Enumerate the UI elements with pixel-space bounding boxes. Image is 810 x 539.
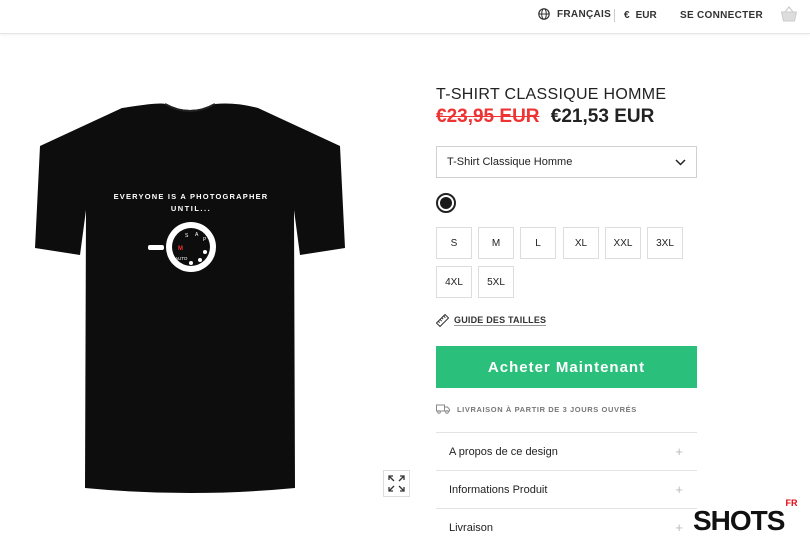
print-text-line2: UNTIL...: [171, 204, 211, 213]
zoom-button[interactable]: [383, 470, 410, 497]
new-price: €21,53 EUR: [550, 106, 655, 127]
size-button-s[interactable]: S: [436, 227, 472, 259]
watermark-logo: SHOTSFR: [693, 498, 797, 537]
size-button-3xl[interactable]: 3XL: [647, 227, 683, 259]
currency-code: EUR: [635, 10, 657, 21]
old-price: €23,95 EUR: [436, 106, 540, 127]
top-bar: FRANÇAIS € EUR SE CONNECTER: [0, 0, 810, 34]
size-guide-link[interactable]: GUIDE DES TAILLES: [436, 314, 547, 327]
info-accordion: A propos de ce design + Informations Pro…: [436, 432, 697, 539]
accordion-label: A propos de ce design: [449, 445, 558, 458]
product-title: T-SHIRT CLASSIQUE HOMME: [436, 86, 667, 103]
size-button-5xl[interactable]: 5XL: [478, 266, 514, 298]
currency-selector[interactable]: € EUR: [624, 10, 663, 21]
plus-icon: +: [675, 444, 683, 459]
accordion-about-design[interactable]: A propos de ce design +: [436, 432, 697, 470]
delivery-info: LIVRAISON À PARTIR DE 3 JOURS OUVRÉS: [436, 404, 637, 414]
dial-label-auto: AUTO: [175, 256, 188, 261]
truck-icon: [436, 404, 450, 414]
color-swatch-black[interactable]: [436, 193, 456, 213]
login-link[interactable]: SE CONNECTER: [680, 10, 763, 21]
accordion-product-info[interactable]: Informations Produit +: [436, 470, 697, 508]
basket-icon: [780, 6, 798, 22]
size-button-xl[interactable]: XL: [563, 227, 599, 259]
size-button-xxl[interactable]: XXL: [605, 227, 641, 259]
ruler-icon: [436, 314, 449, 327]
color-dot: [440, 197, 452, 209]
dial-label-m: M: [178, 246, 183, 252]
size-button-4xl[interactable]: 4XL: [436, 266, 472, 298]
product-type-select[interactable]: T-Shirt Classique Homme: [436, 146, 697, 178]
basket-button[interactable]: [780, 5, 798, 28]
product-type-value: T-Shirt Classique Homme: [447, 156, 573, 168]
watermark-sup: FR: [785, 497, 798, 508]
size-button-l[interactable]: L: [520, 227, 556, 259]
currency-symbol: €: [624, 10, 630, 21]
accordion-label: Informations Produit: [449, 483, 548, 496]
buy-now-button[interactable]: Acheter Maintenant: [436, 346, 697, 388]
tshirt-shape: [35, 103, 345, 493]
accordion-delivery[interactable]: Livraison +: [436, 508, 697, 539]
price-row: €23,95 EUR €21,53 EUR: [436, 106, 654, 128]
language-selector[interactable]: FRANÇAIS: [538, 8, 611, 20]
accordion-label: Livraison: [449, 521, 494, 534]
plus-icon: +: [675, 482, 683, 497]
language-label: FRANÇAIS: [557, 8, 612, 20]
delivery-text: LIVRAISON À PARTIR DE 3 JOURS OUVRÉS: [457, 404, 637, 414]
size-button-m[interactable]: M: [478, 227, 514, 259]
globe-icon: [538, 8, 550, 20]
plus-icon: +: [675, 520, 683, 535]
expand-icon: [388, 475, 405, 492]
size-guide-label: GUIDE DES TAILLES: [454, 315, 547, 326]
watermark-text: SHOTS: [693, 505, 785, 536]
divider: [614, 9, 615, 22]
print-text-line1: EVERYONE IS A PHOTOGRAPHER: [114, 192, 269, 201]
chevron-down-icon: [675, 158, 686, 166]
product-image[interactable]: EVERYONE IS A PHOTOGRAPHER UNTIL... M AU…: [30, 100, 350, 495]
